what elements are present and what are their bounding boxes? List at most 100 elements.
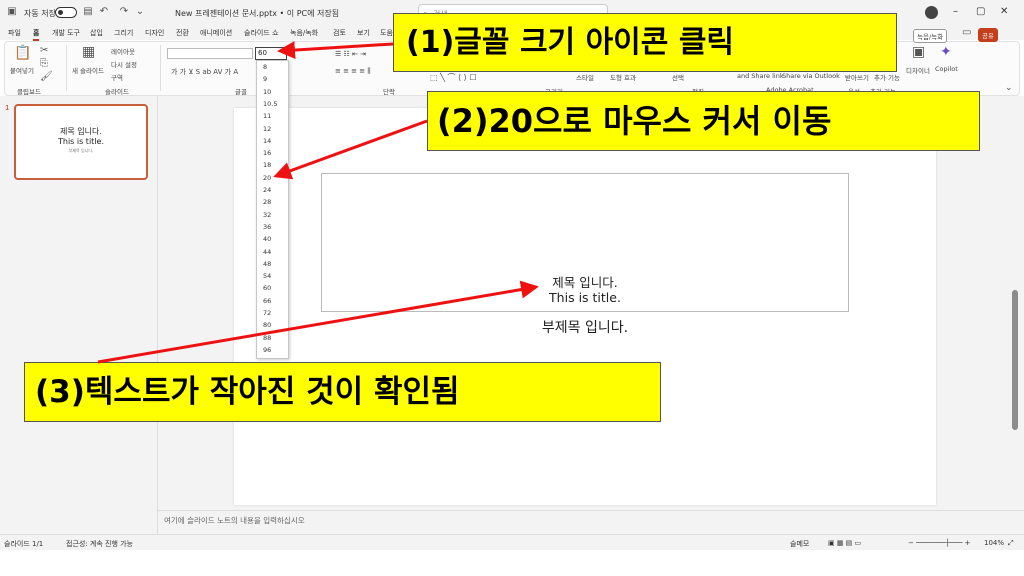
tab-animations[interactable]: 애니메이션: [200, 28, 232, 38]
font-size-option[interactable]: 18: [263, 161, 271, 169]
share-button[interactable]: 공유: [978, 28, 998, 42]
font-name-select[interactable]: [167, 48, 253, 59]
slide-thumbnail[interactable]: 제목 입니다. This is title. 부제목 입니다.: [14, 104, 148, 180]
autosave-toggle[interactable]: [55, 7, 77, 18]
align-icons[interactable]: ≡ ≡ ≡ ≡ ⫼: [335, 67, 371, 76]
separator: [66, 45, 67, 91]
font-size-option[interactable]: 10.5: [263, 100, 277, 108]
font-size-option[interactable]: 36: [263, 223, 271, 231]
slide-number: 1: [5, 104, 10, 112]
font-size-option[interactable]: 20: [263, 174, 271, 182]
font-size-option[interactable]: 54: [263, 272, 271, 280]
tab-help[interactable]: 도움: [380, 28, 393, 38]
tab-developer[interactable]: 개발 도구: [52, 28, 80, 38]
paste-button[interactable]: 붙여넣기: [10, 65, 34, 75]
copilot-icon[interactable]: ✦: [940, 45, 952, 59]
font-size-option[interactable]: 66: [263, 297, 271, 305]
close-icon[interactable]: ✕: [1000, 6, 1008, 17]
reset-button[interactable]: 다시 설정: [111, 59, 137, 69]
font-size-option[interactable]: 24: [263, 186, 271, 194]
font-size-option[interactable]: 80: [263, 321, 271, 329]
restore-icon[interactable]: ▢: [976, 6, 985, 17]
font-format-buttons[interactable]: 가 가 ⊻ S ab AV 가 A: [171, 67, 238, 77]
thumb-subtitle: 부제목 입니다.: [68, 148, 94, 153]
font-size-option[interactable]: 11: [263, 112, 271, 120]
font-size-select[interactable]: 60: [255, 47, 287, 60]
font-size-option[interactable]: 14: [263, 137, 271, 145]
font-size-option[interactable]: 10: [263, 88, 271, 96]
file-title[interactable]: New 프레젠테이션 문서.pptx • 이 PC에 저장됨: [175, 8, 339, 19]
save-icon[interactable]: ▤: [82, 6, 94, 18]
slide-title-line1: 제목 입니다.: [552, 275, 618, 290]
view-normal-icon[interactable]: ▣ ▦ ▤ ▭: [828, 539, 861, 547]
shapes-gallery[interactable]: ⬚ ╲ ⌒ ⟨ ⟩ ☐: [430, 72, 477, 83]
slide-title[interactable]: 제목 입니다. This is title.: [321, 275, 849, 305]
font-size-option[interactable]: 40: [263, 235, 271, 243]
tab-design[interactable]: 디자인: [145, 28, 164, 38]
tab-view[interactable]: 보기: [357, 28, 370, 38]
scrollbar-thumb[interactable]: [1012, 290, 1018, 430]
minimize-icon[interactable]: –: [953, 6, 958, 17]
record-button[interactable]: 녹음/녹화: [913, 29, 948, 43]
tab-file[interactable]: 파일: [8, 28, 21, 38]
accessibility-status[interactable]: 접근성: 계속 진행 가능: [66, 539, 133, 549]
status-bar: [0, 534, 1024, 550]
font-size-dropdown[interactable]: 8 9 10 10.5 11 12 14 16 18 20 24 28 32 36 40 44 48 54 60 66…: [256, 60, 289, 359]
tab-draw[interactable]: 그리기: [114, 28, 133, 38]
group-font: 글꼴: [235, 88, 247, 96]
dictate-button[interactable]: 받아쓰기: [845, 72, 869, 82]
select-button[interactable]: 선택: [672, 72, 684, 82]
bullet-list-icon[interactable]: ☰ ☷ ⇤ ⇥: [335, 50, 366, 58]
font-size-option[interactable]: 44: [263, 248, 271, 256]
font-size-option[interactable]: 60: [263, 284, 271, 292]
copy-icon[interactable]: ⎘: [40, 58, 48, 70]
font-size-option[interactable]: 48: [263, 260, 271, 268]
fit-slide-icon[interactable]: ⤢: [1008, 539, 1014, 548]
group-paragraph: 단락: [383, 88, 395, 96]
designer-button[interactable]: 디자이너: [906, 65, 930, 75]
font-size-option[interactable]: 9: [263, 75, 267, 83]
section-button[interactable]: 구역: [111, 72, 123, 82]
zoom-level[interactable]: 104%: [984, 539, 1004, 547]
undo-icon[interactable]: ↶: [98, 6, 110, 18]
tab-transitions[interactable]: 전환: [176, 28, 189, 38]
font-size-option[interactable]: 32: [263, 211, 271, 219]
new-slide-icon[interactable]: ▦: [82, 45, 95, 59]
tab-slideshow[interactable]: 슬라이드 쇼: [244, 28, 278, 38]
tab-home[interactable]: 홈: [33, 28, 40, 41]
redo-icon[interactable]: ↷: [118, 6, 130, 18]
font-size-option[interactable]: 8: [263, 63, 267, 71]
notes-toggle-button[interactable]: 슬메모: [790, 539, 809, 549]
group-clipboard: 클립보드: [17, 88, 41, 96]
shape-effect-button[interactable]: 도형 효과: [610, 72, 636, 82]
font-size-option[interactable]: 16: [263, 149, 271, 157]
new-slide-button[interactable]: 새 슬라이드: [72, 65, 104, 75]
layout-button[interactable]: 레이아웃: [111, 46, 135, 56]
copilot-button[interactable]: Copilot: [935, 65, 958, 73]
font-size-option[interactable]: 88: [263, 334, 271, 342]
share-link-button[interactable]: and Share link: [737, 72, 784, 80]
comments-icon[interactable]: ▭: [962, 27, 971, 39]
font-size-option[interactable]: 72: [263, 309, 271, 317]
cut-icon[interactable]: ✂: [40, 45, 48, 57]
tab-record[interactable]: 녹음/녹화: [290, 28, 318, 38]
avatar[interactable]: [925, 6, 938, 19]
tab-review[interactable]: 검토: [333, 28, 346, 38]
style-button[interactable]: 스타일: [576, 72, 594, 82]
quick-access-more-icon[interactable]: ⌄: [134, 6, 146, 18]
tab-insert[interactable]: 삽입: [90, 28, 103, 38]
font-size-option[interactable]: 12: [263, 125, 271, 133]
font-size-option[interactable]: 28: [263, 198, 271, 206]
paste-icon[interactable]: 📋: [14, 46, 31, 60]
addins-button[interactable]: 추가 기능: [874, 72, 900, 82]
callout-step1: (1)글꼴 크기 아이콘 클릭: [393, 13, 897, 72]
font-size-option[interactable]: 96: [263, 346, 271, 354]
designer-icon[interactable]: ▣: [912, 45, 925, 59]
format-painter-icon[interactable]: 🖌: [40, 71, 53, 83]
slide-count: 슬라이드 1/1: [4, 540, 44, 548]
collapse-ribbon-icon[interactable]: ⌄: [1005, 82, 1013, 94]
zoom-slider[interactable]: − ───────┼─── +: [908, 539, 971, 547]
slide-subtitle[interactable]: 부제목 입니다.: [321, 317, 849, 337]
notes-placeholder[interactable]: 여기에 슬라이드 노트의 내용을 입력하십시오: [164, 515, 305, 526]
share-outlook-button[interactable]: Share via Outlook: [782, 72, 840, 80]
